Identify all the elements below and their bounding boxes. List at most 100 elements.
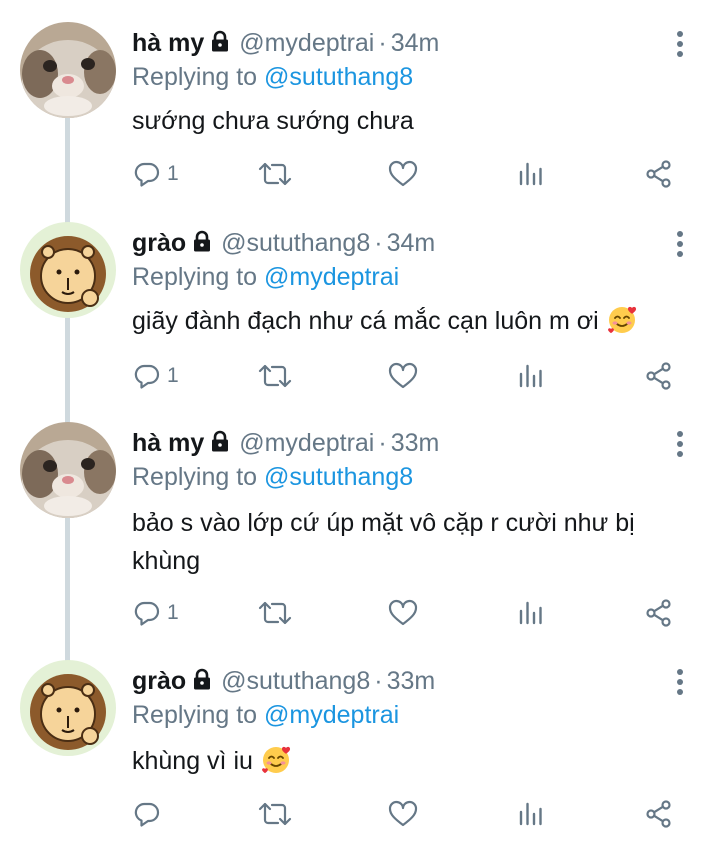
- more-options-icon[interactable]: [668, 228, 692, 260]
- display-name[interactable]: hà my: [132, 29, 204, 57]
- share-icon: [646, 599, 671, 627]
- reply-thread: hà my @mydeptrai · 34m Replying to @sututh…: [0, 0, 720, 841]
- tweet-header: hà my @mydeptrai · 34m: [132, 28, 439, 60]
- heart-icon: [388, 599, 418, 626]
- analytics-button[interactable]: [518, 358, 544, 394]
- display-name[interactable]: grào: [132, 229, 186, 257]
- tweet-text-content: bảo s vào lớp cứ úp mặt vô cặp r cười nh…: [132, 509, 635, 575]
- reply-button[interactable]: 1: [133, 595, 179, 631]
- share-button[interactable]: [644, 358, 674, 394]
- analytics-button[interactable]: [518, 595, 544, 631]
- lock-icon: [190, 229, 214, 260]
- lion-avatar-icon[interactable]: [20, 222, 116, 318]
- user-handle[interactable]: @mydeptrai: [239, 429, 374, 457]
- separator: ·: [374, 667, 383, 695]
- share-button[interactable]: [644, 796, 674, 832]
- tweet-text: sướng chưa sướng chưa: [132, 102, 672, 140]
- lion-avatar-icon[interactable]: [20, 660, 116, 756]
- tweet-text: khùng vì iu: [132, 742, 672, 786]
- user-handle[interactable]: @sututhang8: [221, 229, 370, 257]
- tweet-actions: [0, 796, 720, 832]
- mention-link[interactable]: @mydeptrai: [264, 701, 399, 729]
- more-options-icon[interactable]: [668, 428, 692, 460]
- cat-avatar-icon[interactable]: [20, 22, 116, 118]
- analytics-icon: [519, 162, 542, 186]
- reply-button[interactable]: [133, 796, 167, 832]
- reply-count: 1: [167, 364, 179, 387]
- tweet-text: bảo s vào lớp cứ úp mặt vô cặp r cười nh…: [132, 504, 672, 580]
- tweet-text: giãy đành đạch như cá mắc cạn luôn m ơi: [132, 302, 672, 346]
- reply-count: 1: [167, 601, 179, 624]
- replying-to-label: Replying to: [132, 701, 258, 729]
- retweet-button[interactable]: [258, 796, 292, 832]
- more-options-icon[interactable]: [668, 28, 692, 60]
- replying-to-label: Replying to: [132, 63, 258, 91]
- reply-button[interactable]: 1: [133, 156, 179, 192]
- replying-to-label: Replying to: [132, 463, 258, 491]
- mention-link[interactable]: @mydeptrai: [264, 263, 399, 291]
- tweet[interactable]: hà my @mydeptrai · 34m Replying to @sututh…: [0, 22, 720, 202]
- tweet-header: hà my @mydeptrai · 33m: [132, 428, 439, 460]
- mention-link[interactable]: @sututhang8: [264, 463, 413, 491]
- like-button[interactable]: [388, 358, 418, 394]
- retweet-button[interactable]: [258, 156, 292, 192]
- heart-icon: [388, 800, 418, 827]
- replying-to: Replying to @mydeptrai: [132, 262, 399, 292]
- tweet[interactable]: hà my @mydeptrai · 33m Replying to @sututh…: [0, 422, 720, 642]
- retweet-icon: [258, 601, 292, 625]
- lock-icon: [208, 429, 232, 460]
- timestamp[interactable]: 33m: [387, 667, 436, 695]
- analytics-button[interactable]: [518, 156, 544, 192]
- timestamp[interactable]: 34m: [387, 229, 436, 257]
- display-name[interactable]: grào: [132, 667, 186, 695]
- timestamp[interactable]: 33m: [391, 429, 440, 457]
- analytics-icon: [519, 802, 542, 826]
- retweet-icon: [258, 162, 292, 186]
- reply-icon: [134, 601, 160, 626]
- cat-avatar-icon[interactable]: [20, 422, 116, 518]
- heart-icon: [388, 362, 418, 389]
- display-name[interactable]: hà my: [132, 429, 204, 457]
- analytics-button[interactable]: [518, 796, 544, 832]
- reply-button[interactable]: 1: [133, 358, 179, 394]
- replying-to: Replying to @mydeptrai: [132, 700, 399, 730]
- reply-count: 1: [167, 162, 179, 185]
- mention-link[interactable]: @sututhang8: [264, 63, 413, 91]
- user-handle[interactable]: @mydeptrai: [239, 29, 374, 57]
- tweet-header: grào @sututhang8 · 33m: [132, 666, 435, 698]
- separator: ·: [378, 429, 387, 457]
- lock-icon: [208, 29, 232, 60]
- tweet-text-content: khùng vì iu: [132, 747, 253, 775]
- tweet-actions: 1: [0, 595, 720, 631]
- replying-to: Replying to @sututhang8: [132, 62, 413, 92]
- replying-to-label: Replying to: [132, 263, 258, 291]
- separator: ·: [374, 229, 383, 257]
- replying-to: Replying to @sututhang8: [132, 462, 413, 492]
- reply-icon: [134, 162, 160, 187]
- heart-icon: [388, 160, 418, 187]
- tweet-text-content: sướng chưa sướng chưa: [132, 107, 414, 135]
- tweet[interactable]: grào @sututhang8 · 34m Replying to @mydept…: [0, 222, 720, 402]
- timestamp[interactable]: 34m: [391, 29, 440, 57]
- like-button[interactable]: [388, 595, 418, 631]
- reply-icon: [134, 802, 160, 827]
- tweet[interactable]: grào @sututhang8 · 33m Replying to @mydept…: [0, 660, 720, 841]
- share-button[interactable]: [644, 595, 674, 631]
- retweet-icon: [258, 364, 292, 388]
- user-handle[interactable]: @sututhang8: [221, 667, 370, 695]
- retweet-button[interactable]: [258, 358, 292, 394]
- share-icon: [646, 160, 671, 188]
- smiling-face-with-hearts-icon: [260, 743, 292, 786]
- lock-icon: [190, 667, 214, 698]
- like-button[interactable]: [388, 156, 418, 192]
- retweet-button[interactable]: [258, 595, 292, 631]
- retweet-icon: [258, 802, 292, 826]
- tweet-header: grào @sututhang8 · 34m: [132, 228, 435, 260]
- more-options-icon[interactable]: [668, 666, 692, 698]
- like-button[interactable]: [388, 796, 418, 832]
- reply-icon: [134, 364, 160, 389]
- tweet-text-content: giãy đành đạch như cá mắc cạn luôn m ơi: [132, 307, 599, 335]
- share-button[interactable]: [644, 156, 674, 192]
- analytics-icon: [519, 601, 542, 625]
- smiling-face-with-hearts-icon: [606, 303, 638, 346]
